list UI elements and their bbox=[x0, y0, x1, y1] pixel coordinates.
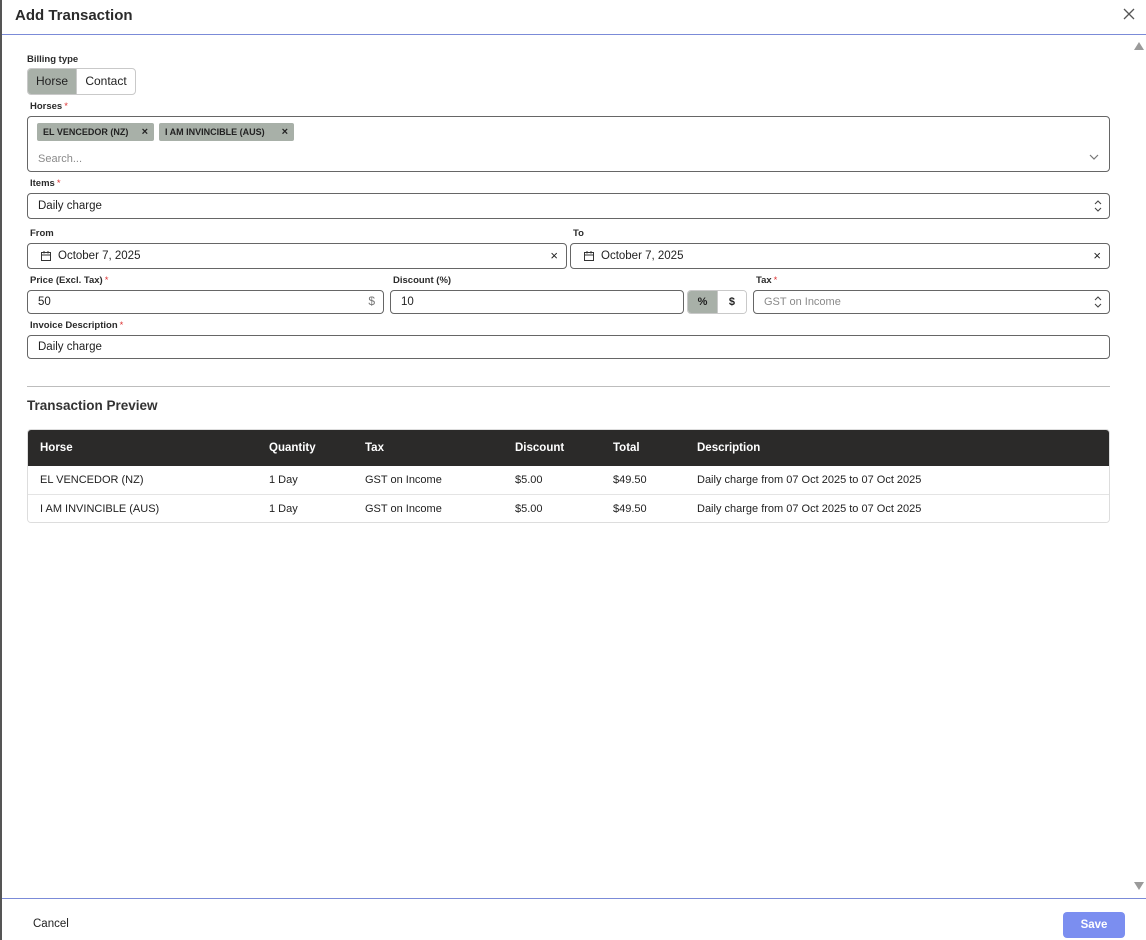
close-icon[interactable] bbox=[1122, 7, 1136, 21]
items-select[interactable]: Daily charge bbox=[27, 193, 1110, 219]
column-header-horse: Horse bbox=[40, 442, 73, 454]
billing-option-contact[interactable]: Contact bbox=[77, 69, 135, 94]
billing-option-horse[interactable]: Horse bbox=[28, 69, 77, 94]
chevron-down-icon[interactable] bbox=[1089, 154, 1099, 161]
required-marker: * bbox=[56, 178, 61, 189]
required-marker: * bbox=[104, 275, 109, 286]
invoice-description-value: Daily charge bbox=[38, 341, 102, 353]
calendar-icon bbox=[41, 251, 51, 261]
dialog-footer: Cancel Save bbox=[2, 898, 1146, 940]
discount-mode-toggle: % $ bbox=[687, 290, 747, 314]
column-header-tax: Tax bbox=[365, 442, 384, 454]
table-row: I AM INVINCIBLE (AUS) 1 Day GST on Incom… bbox=[28, 494, 1109, 522]
invoice-description-input[interactable]: Daily charge bbox=[27, 335, 1110, 359]
table-row: EL VENCEDOR (NZ) 1 Day GST on Income $5.… bbox=[28, 466, 1109, 494]
discount-value: 10 bbox=[401, 296, 414, 308]
horses-search-input[interactable]: Search... bbox=[38, 153, 82, 165]
cell-description: Daily charge from 07 Oct 2025 to 07 Oct … bbox=[697, 503, 922, 515]
required-marker: * bbox=[773, 275, 778, 286]
scroll-down-arrow-icon[interactable] bbox=[1134, 882, 1144, 890]
cell-discount: $5.00 bbox=[515, 503, 543, 515]
discount-input[interactable]: 10 bbox=[390, 290, 684, 314]
calendar-icon bbox=[584, 251, 594, 261]
cell-tax: GST on Income bbox=[365, 503, 442, 515]
cancel-button[interactable]: Cancel bbox=[33, 918, 69, 930]
section-divider bbox=[27, 386, 1110, 387]
save-button[interactable]: Save bbox=[1063, 912, 1125, 938]
tax-placeholder: GST on Income bbox=[764, 296, 841, 308]
scroll-up-arrow-icon[interactable] bbox=[1134, 42, 1144, 50]
dialog-header: Add Transaction bbox=[2, 0, 1146, 35]
from-date-value: October 7, 2025 bbox=[58, 250, 141, 262]
to-date-value: October 7, 2025 bbox=[601, 250, 684, 262]
table-header: Horse Quantity Tax Discount Total Descri… bbox=[28, 430, 1109, 466]
discount-label: Discount (%) bbox=[393, 275, 452, 286]
invoice-description-label: Invoice Description * bbox=[30, 320, 124, 331]
x-icon[interactable]: × bbox=[282, 123, 288, 141]
transaction-preview-table: Horse Quantity Tax Discount Total Descri… bbox=[27, 429, 1110, 523]
cell-total: $49.50 bbox=[613, 503, 647, 515]
dollar-icon: $ bbox=[368, 294, 375, 308]
cell-quantity: 1 Day bbox=[269, 474, 298, 486]
to-label: To bbox=[573, 228, 584, 239]
required-marker: * bbox=[64, 101, 68, 112]
discount-mode-dollar[interactable]: $ bbox=[716, 291, 746, 313]
column-header-description: Description bbox=[697, 442, 761, 454]
items-value: Daily charge bbox=[38, 200, 102, 212]
x-icon[interactable]: × bbox=[142, 123, 148, 141]
cell-quantity: 1 Day bbox=[269, 503, 298, 515]
to-date-input[interactable]: October 7, 2025 × bbox=[570, 243, 1110, 269]
scrollbar[interactable] bbox=[1132, 36, 1146, 896]
cell-horse: I AM INVINCIBLE (AUS) bbox=[40, 503, 160, 515]
horse-chip: EL VENCEDOR (NZ) × bbox=[37, 123, 154, 141]
price-value: 50 bbox=[38, 296, 51, 308]
column-header-quantity: Quantity bbox=[269, 442, 316, 454]
from-label: From bbox=[30, 228, 54, 239]
items-label: Items * bbox=[30, 178, 61, 189]
required-marker: * bbox=[119, 320, 124, 331]
column-header-total: Total bbox=[613, 442, 640, 454]
price-label: Price (Excl. Tax) * bbox=[30, 275, 109, 286]
cell-tax: GST on Income bbox=[365, 474, 442, 486]
window-edge bbox=[0, 0, 2, 940]
tax-select[interactable]: GST on Income bbox=[753, 290, 1110, 314]
horse-chip-label: I AM INVINCIBLE (AUS) bbox=[165, 127, 265, 137]
discount-mode-percent[interactable]: % bbox=[688, 291, 717, 313]
transaction-preview-title: Transaction Preview bbox=[27, 398, 158, 413]
horse-chip-label: EL VENCEDOR (NZ) bbox=[43, 127, 129, 137]
horse-chip: I AM INVINCIBLE (AUS) × bbox=[159, 123, 294, 141]
billing-type-label: Billing type bbox=[27, 54, 79, 65]
cell-discount: $5.00 bbox=[515, 474, 543, 486]
column-header-discount: Discount bbox=[515, 442, 565, 454]
from-date-input[interactable]: October 7, 2025 × bbox=[27, 243, 567, 269]
cell-total: $49.50 bbox=[613, 474, 647, 486]
price-input[interactable]: 50 $ bbox=[27, 290, 384, 314]
clear-to-icon[interactable]: × bbox=[1093, 248, 1101, 263]
clear-from-icon[interactable]: × bbox=[550, 248, 558, 263]
cell-description: Daily charge from 07 Oct 2025 to 07 Oct … bbox=[697, 474, 922, 486]
tax-label: Tax * bbox=[756, 275, 778, 286]
select-arrows-icon bbox=[1094, 200, 1102, 212]
select-arrows-icon bbox=[1094, 296, 1102, 308]
billing-type-toggle: Horse Contact bbox=[27, 68, 136, 95]
dialog-title: Add Transaction bbox=[15, 7, 133, 24]
cell-horse: EL VENCEDOR (NZ) bbox=[40, 474, 144, 486]
horses-multiselect[interactable]: EL VENCEDOR (NZ) × I AM INVINCIBLE (AUS)… bbox=[27, 116, 1110, 172]
horses-label: Horses * bbox=[30, 101, 68, 112]
